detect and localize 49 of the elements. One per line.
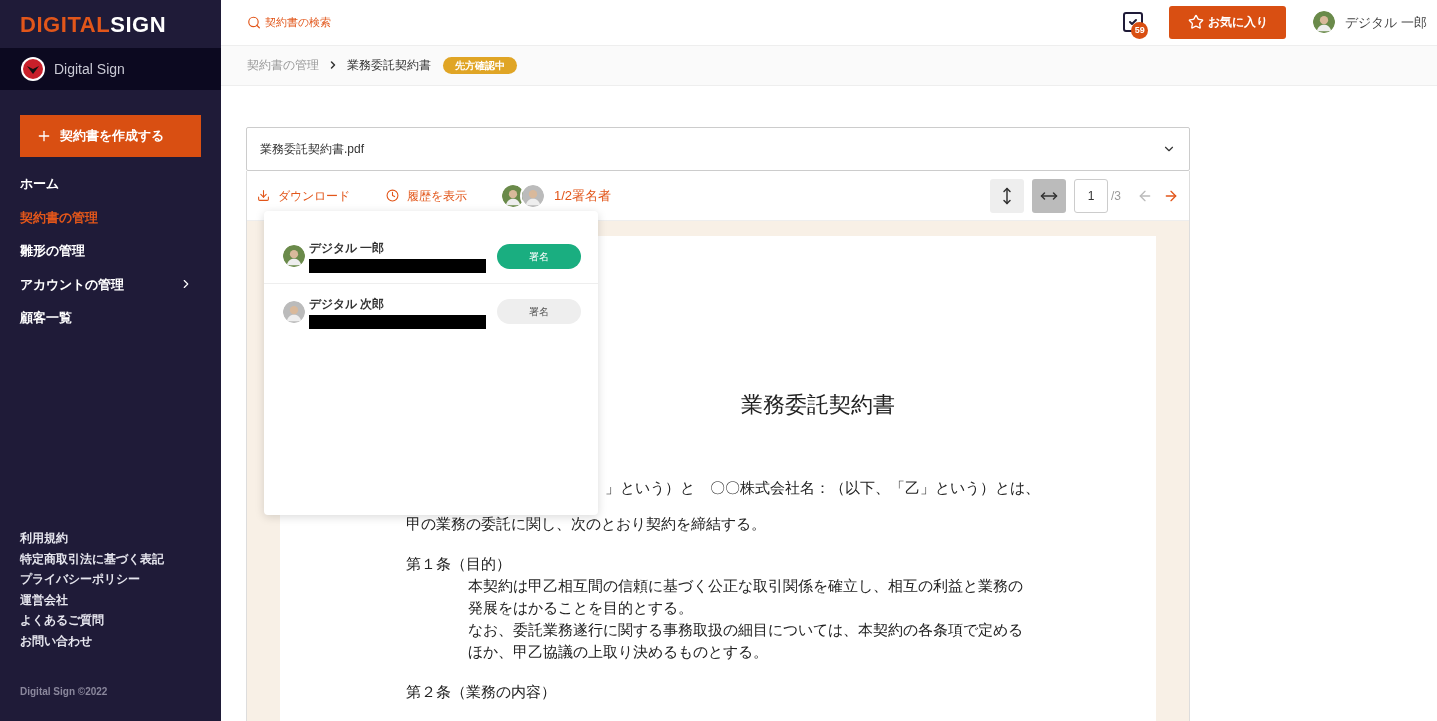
fit-width-button[interactable] [1032, 178, 1066, 213]
task-count-badge: 59 [1131, 22, 1149, 40]
plus-icon [36, 128, 52, 144]
fit-height-button[interactable] [990, 178, 1024, 213]
page-total: /3 [1111, 187, 1121, 205]
signers-button[interactable]: 1/2署名者 [554, 185, 612, 206]
footer-link[interactable]: よくあるご質問 [20, 613, 221, 629]
signer-name: デジタル 次郎 [309, 295, 386, 313]
organization-name: Digital Sign [54, 59, 125, 79]
clock-icon [386, 189, 399, 202]
logo-text: DIGITALSIGN [20, 10, 167, 39]
status-badge: 先方確認中 [443, 56, 517, 74]
search-field[interactable]: 契約書の検索 [265, 14, 547, 31]
footer-link[interactable]: 利用規約 [20, 531, 221, 547]
create-contract-button[interactable]: 契約書を作成する [20, 115, 201, 157]
avatar-icon [1311, 9, 1338, 36]
download-icon [257, 189, 270, 202]
article-heading: 第１条（目的） [406, 554, 512, 574]
favorite-button[interactable]: お気に入り [1169, 5, 1287, 39]
copyright: Digital Sign ©2022 [20, 685, 109, 699]
file-select[interactable]: 業務委託契約書.pdf [246, 127, 1190, 171]
footer-link[interactable]: 特定商取引法に基づく表記 [20, 551, 221, 567]
avatar-icon [281, 243, 307, 269]
nav-item[interactable]: 契約書の管理 [0, 200, 221, 234]
user-name[interactable]: デジタル 一郎 [1345, 12, 1427, 33]
page-input[interactable]: 1 [1074, 178, 1108, 213]
download-button[interactable]: ダウンロード [257, 186, 350, 205]
nav-item[interactable]: 雛形の管理 [0, 234, 221, 268]
emblem-icon [20, 56, 46, 82]
search-icon [247, 14, 262, 30]
sign-button[interactable]: 署名 [497, 299, 581, 324]
document-text: 」という）と 〇〇株式会社名：（以下、「乙」という）とは、 [605, 478, 1040, 498]
footer-link[interactable]: プライバシーポリシー [20, 572, 221, 588]
signer-name: デジタル 一郎 [309, 240, 386, 257]
article-paragraph: 本契約は甲乙相互間の信頼に基づく公正な取引関係を確立し、相互の利益と業務の発展をはかることを目的とする。 [467, 576, 1024, 618]
nav-item[interactable]: 顧客一覧 [0, 301, 221, 335]
article-paragraph: なお、委託業務遂行に関する事務取扱の細目については、本契約の各条項で定めるほか、甲乙協議の上取り決めるものとする。 [467, 620, 1024, 662]
document-text: 甲の業務の委託に関し、次のとおり契約を締結する。 [406, 514, 767, 534]
avatar-icon [520, 182, 546, 209]
footer-link[interactable]: 運営会社 [20, 592, 221, 608]
document-title: 業務委託契約書 [740, 391, 896, 419]
breadcrumb-item: 業務委託契約書 [347, 57, 431, 75]
nav-item[interactable]: アカウントの管理 [0, 267, 221, 301]
nav-item[interactable]: ホーム [0, 167, 221, 201]
star-icon [1187, 14, 1204, 31]
footer-link[interactable]: お問い合わせ [20, 633, 221, 649]
history-button[interactable]: 履歴を表示 [386, 186, 467, 205]
article-heading: 第２条（業務の内容） [406, 682, 557, 702]
avatar-icon [281, 298, 307, 325]
